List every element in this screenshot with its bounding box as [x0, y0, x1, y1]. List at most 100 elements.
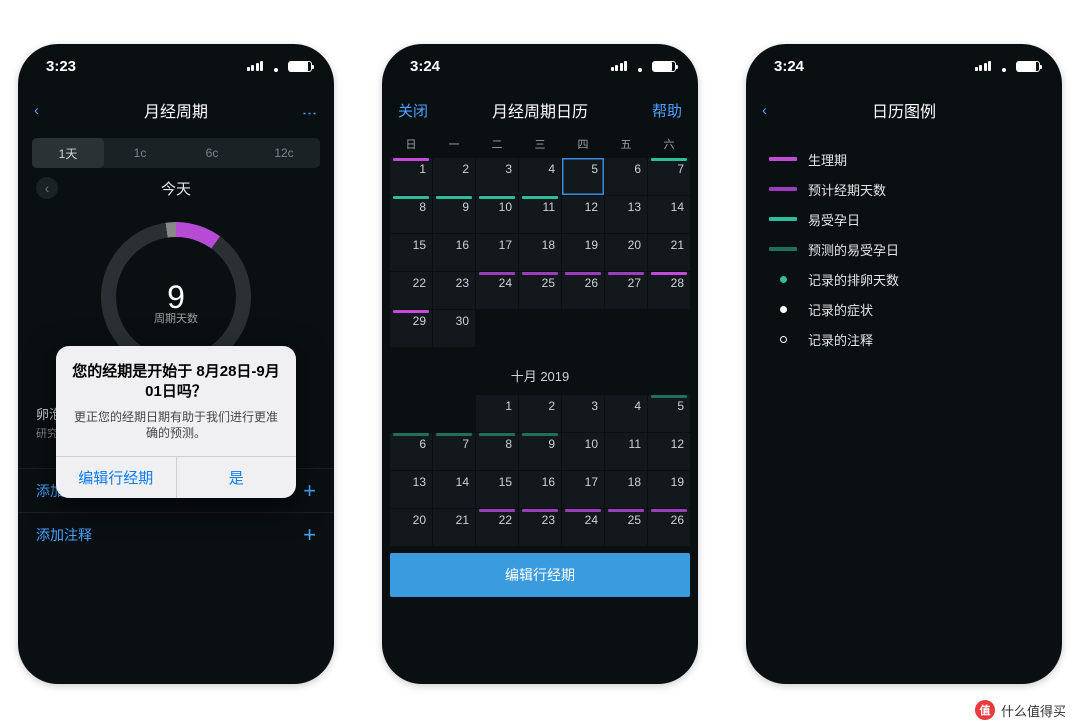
seg-1day[interactable]: 1天 — [32, 138, 104, 168]
calendar-day[interactable]: 9 — [433, 196, 475, 233]
popup-edit-button[interactable]: 编辑行经期 — [56, 457, 177, 498]
period-bar — [651, 509, 687, 512]
close-button[interactable]: 关闭 — [398, 100, 438, 121]
calendar-day[interactable]: 7 — [648, 158, 690, 195]
back-button[interactable]: ‹ — [34, 103, 74, 118]
calendar-day[interactable]: 5 — [562, 158, 604, 195]
calendar-day[interactable]: 3 — [476, 158, 518, 195]
calendar-day[interactable]: 2 — [433, 158, 475, 195]
battery-icon — [288, 61, 312, 72]
calendar-day[interactable]: 26 — [648, 509, 690, 546]
calendar-day[interactable]: 25 — [519, 272, 561, 309]
weekday-header: 日一二三四五六 — [382, 132, 698, 158]
calendar-day[interactable]: 13 — [605, 196, 647, 233]
calendar-day[interactable]: 30 — [433, 310, 475, 347]
help-button[interactable]: 帮助 — [642, 100, 682, 121]
period-bar — [479, 433, 515, 436]
calendar-day[interactable]: 16 — [519, 471, 561, 508]
phone-calendar: 3:24 关闭 月经周期日历 帮助 日一二三四五六 12345678910111… — [382, 44, 698, 684]
period-bar — [522, 196, 558, 199]
period-bar — [436, 433, 472, 436]
legend-label: 记录的注释 — [808, 330, 873, 349]
calendar-day[interactable]: 5 — [648, 395, 690, 432]
month-label: 十月 2019 — [382, 348, 698, 395]
popup-yes-button[interactable]: 是 — [177, 457, 297, 498]
seg-6c[interactable]: 6c — [176, 138, 248, 168]
calendar-day[interactable]: 18 — [519, 234, 561, 271]
calendar-day[interactable]: 6 — [605, 158, 647, 195]
calendar-day[interactable]: 17 — [562, 471, 604, 508]
calendar-day[interactable]: 22 — [390, 272, 432, 309]
calendar-day[interactable]: 9 — [519, 433, 561, 470]
range-segmented-control[interactable]: 1天 1c 6c 12c — [32, 138, 320, 168]
calendar-day[interactable]: 23 — [519, 509, 561, 546]
calendar-day[interactable]: 20 — [390, 509, 432, 546]
legend-row: 记录的排卵天数 — [768, 264, 1040, 294]
period-bar — [522, 272, 558, 275]
more-menu-icon[interactable]: ⋮ — [278, 106, 318, 115]
period-bar — [651, 395, 687, 398]
legend-dot-ring-icon — [768, 336, 798, 343]
calendar-day[interactable]: 14 — [433, 471, 475, 508]
popup-subtitle: 更正您的经期日期有助于我们进行更准确的预测。 — [72, 409, 280, 443]
calendar-day[interactable]: 16 — [433, 234, 475, 271]
legend-line-icon — [768, 217, 798, 221]
calendar-day[interactable]: 7 — [433, 433, 475, 470]
calendar-day[interactable]: 21 — [648, 234, 690, 271]
weekday-label: 五 — [605, 136, 647, 152]
calendar-day[interactable]: 19 — [648, 471, 690, 508]
nav-bar: ‹ 日历图例 — [746, 88, 1062, 132]
calendar-day[interactable]: 15 — [476, 471, 518, 508]
status-bar: 3:24 — [382, 44, 698, 88]
edit-period-button[interactable]: 编辑行经期 — [390, 553, 690, 597]
calendar-day[interactable]: 22 — [476, 509, 518, 546]
status-time: 3:24 — [774, 58, 804, 75]
calendar-day[interactable]: 24 — [476, 272, 518, 309]
calendar-day[interactable]: 21 — [433, 509, 475, 546]
calendar-day[interactable]: 29 — [390, 310, 432, 347]
calendar-day[interactable]: 1 — [390, 158, 432, 195]
nav-bar: ‹ 月经周期 ⋮ — [18, 88, 334, 132]
calendar-day[interactable]: 15 — [390, 234, 432, 271]
calendar-day[interactable]: 27 — [605, 272, 647, 309]
calendar-day[interactable]: 12 — [648, 433, 690, 470]
legend-line-icon — [768, 247, 798, 251]
weekday-label: 二 — [476, 136, 518, 152]
calendar-day[interactable]: 4 — [519, 158, 561, 195]
calendar-day[interactable]: 11 — [519, 196, 561, 233]
seg-12c[interactable]: 12c — [248, 138, 320, 168]
calendar-day[interactable]: 8 — [476, 433, 518, 470]
calendar-day[interactable]: 18 — [605, 471, 647, 508]
calendar-day[interactable]: 20 — [605, 234, 647, 271]
add-note-row[interactable]: 添加注释 + — [18, 512, 334, 556]
calendar-day[interactable]: 23 — [433, 272, 475, 309]
calendar-day[interactable]: 13 — [390, 471, 432, 508]
calendar-day[interactable]: 8 — [390, 196, 432, 233]
calendar-day[interactable]: 28 — [648, 272, 690, 309]
calendar-day[interactable]: 26 — [562, 272, 604, 309]
legend-label: 预测的易受孕日 — [808, 240, 899, 259]
calendar-month-2[interactable]: 1234567891011121314151617181920212223242… — [382, 395, 698, 547]
calendar-day[interactable]: 17 — [476, 234, 518, 271]
battery-icon — [652, 61, 676, 72]
calendar-day[interactable]: 24 — [562, 509, 604, 546]
calendar-day[interactable]: 6 — [390, 433, 432, 470]
calendar-month-1[interactable]: 1234567891011121314151617181920212223242… — [382, 158, 698, 348]
calendar-day[interactable]: 25 — [605, 509, 647, 546]
calendar-day[interactable]: 3 — [562, 395, 604, 432]
back-button[interactable]: ‹ — [762, 103, 802, 118]
calendar-day[interactable]: 1 — [476, 395, 518, 432]
calendar-day[interactable]: 10 — [476, 196, 518, 233]
calendar-day[interactable]: 11 — [605, 433, 647, 470]
legend-dot-white-icon — [768, 306, 798, 313]
calendar-day[interactable]: 19 — [562, 234, 604, 271]
seg-1c[interactable]: 1c — [104, 138, 176, 168]
calendar-day[interactable]: 10 — [562, 433, 604, 470]
legend-line-icon — [768, 187, 798, 191]
period-bar — [651, 272, 687, 275]
calendar-day[interactable]: 14 — [648, 196, 690, 233]
prev-day-button[interactable]: ‹ — [36, 177, 58, 199]
calendar-day[interactable]: 12 — [562, 196, 604, 233]
calendar-day[interactable]: 4 — [605, 395, 647, 432]
calendar-day[interactable]: 2 — [519, 395, 561, 432]
